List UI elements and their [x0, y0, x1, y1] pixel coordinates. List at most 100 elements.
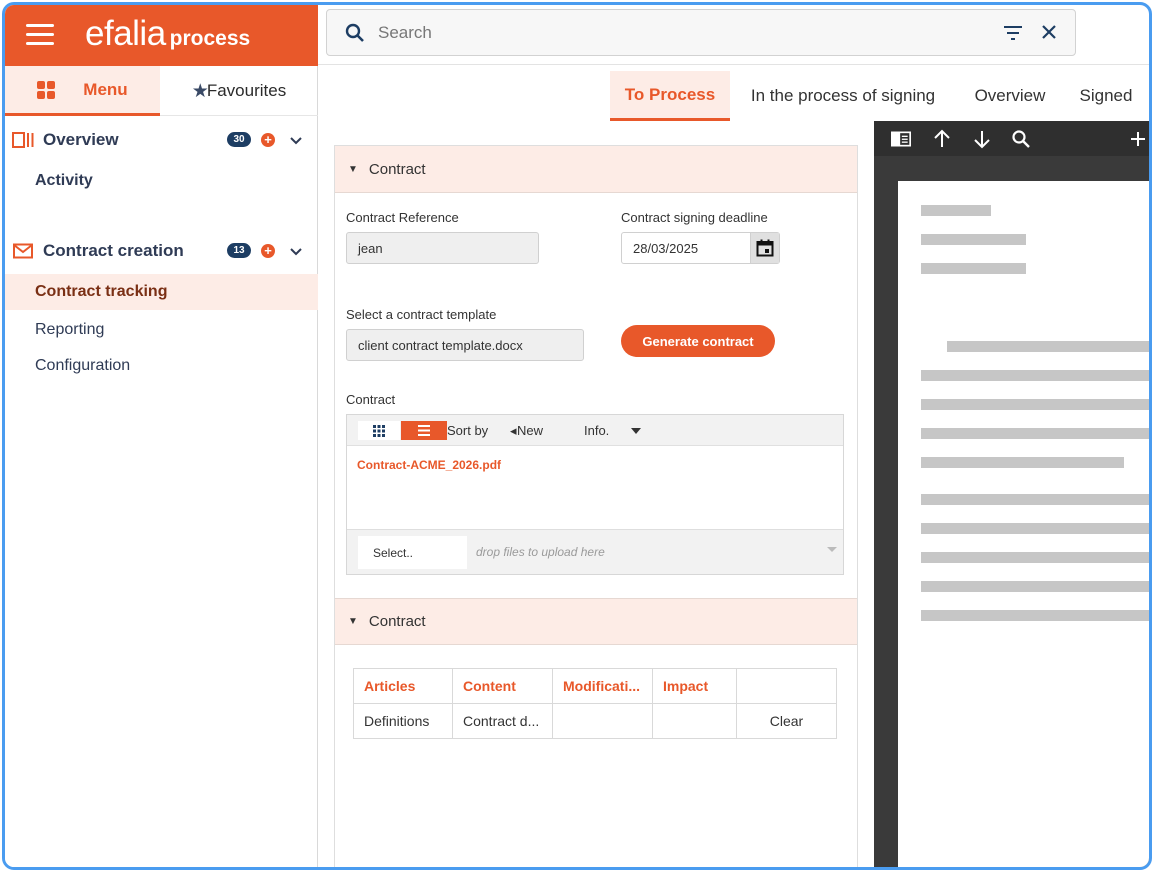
- calendar-icon[interactable]: [750, 233, 779, 263]
- text-line-placeholder: [921, 399, 1149, 410]
- apps-grid-icon: [37, 80, 56, 99]
- drop-hint: drop files to upload here: [476, 545, 605, 559]
- contract-reference-field[interactable]: jean: [346, 232, 539, 264]
- select-files-button[interactable]: Select..: [358, 536, 467, 569]
- tab-to-process[interactable]: To Process: [610, 71, 730, 121]
- arrow-down-icon[interactable]: [972, 129, 992, 149]
- chevron-down-icon[interactable]: [289, 128, 303, 152]
- section-title: Contract: [368, 613, 426, 630]
- field-value: 28/03/2025: [633, 240, 699, 256]
- arrow-up-icon[interactable]: [932, 129, 952, 149]
- file-link[interactable]: Contract-ACME_2026.pdf: [357, 458, 501, 472]
- template-select[interactable]: client contract template.docx: [346, 329, 584, 361]
- mail-icon: [13, 243, 33, 259]
- tab-label: To Process: [624, 84, 716, 104]
- document-viewer: [874, 121, 1149, 867]
- sidebar-item-activity[interactable]: Activity: [5, 163, 318, 199]
- file-upload-widget: Sort by ◂ New Info. Contract-ACME_2026.p…: [346, 414, 844, 575]
- sidebar-item-configuration[interactable]: Configuration: [5, 348, 318, 384]
- logo: efalia process: [85, 14, 250, 54]
- column-header[interactable]: Modificati...: [552, 668, 653, 704]
- column-header: [736, 668, 837, 704]
- sidebar-section-title: Contract creation: [43, 241, 184, 260]
- field-label: Select a contract template: [346, 307, 497, 322]
- deadline-date-field[interactable]: 28/03/2025: [621, 232, 780, 264]
- sort-new-option[interactable]: New: [517, 423, 543, 438]
- sidebar-section-overview[interactable]: Overview 30 +: [5, 122, 318, 158]
- close-icon[interactable]: [1039, 22, 1059, 42]
- upload-dropzone[interactable]: Select.. drop files to upload here: [347, 529, 843, 574]
- viewer-toolbar: [874, 121, 1149, 156]
- count-badge: 13: [227, 243, 251, 258]
- count-badge: 30: [227, 132, 251, 147]
- section-header-contract[interactable]: ▼ Contract: [335, 146, 857, 193]
- field-label: Contract Reference: [346, 210, 459, 225]
- tab-menu[interactable]: Menu: [5, 66, 160, 116]
- add-circle-icon[interactable]: +: [261, 244, 275, 258]
- text-line-placeholder: [921, 552, 1149, 563]
- tab-menu-label: Menu: [83, 79, 128, 99]
- dropdown-arrow-icon[interactable]: [827, 547, 837, 552]
- table-cell[interactable]: [652, 703, 737, 739]
- collapse-triangle-icon: ▼: [348, 163, 358, 175]
- field-label: Contract signing deadline: [621, 210, 768, 225]
- hamburger-menu-icon[interactable]: [26, 24, 54, 46]
- tab-favourites-label: Favourites: [206, 81, 287, 100]
- sidebar-section-contract-creation[interactable]: Contract creation 13 +: [5, 233, 318, 269]
- grid-view-icon[interactable]: [358, 421, 400, 440]
- text-line-placeholder: [947, 341, 1149, 352]
- zoom-icon[interactable]: [1011, 129, 1031, 149]
- tab-overview[interactable]: Overview: [963, 71, 1057, 121]
- articles-table: Articles Content Modificati... Impact De…: [353, 668, 837, 739]
- column-header[interactable]: Articles: [353, 668, 453, 704]
- document-page: [898, 181, 1149, 867]
- table-cell[interactable]: [552, 703, 653, 739]
- search-icon: [345, 23, 364, 42]
- sidebar-item-label: Contract tracking: [35, 283, 168, 300]
- generate-contract-button[interactable]: Generate contract: [621, 325, 775, 357]
- plus-icon[interactable]: [1128, 129, 1148, 149]
- filter-icon[interactable]: [1003, 24, 1023, 42]
- sidebar-toggle-icon[interactable]: [891, 129, 911, 149]
- table-cell[interactable]: Definitions: [353, 703, 453, 739]
- table-cell[interactable]: Contract d...: [452, 703, 553, 739]
- list-view-icon[interactable]: [401, 421, 447, 440]
- text-line-placeholder: [921, 494, 1149, 505]
- text-line-placeholder: [921, 205, 991, 216]
- column-header[interactable]: Content: [452, 668, 553, 704]
- field-value: jean: [358, 240, 383, 256]
- sort-info-option[interactable]: Info.: [584, 423, 609, 438]
- caret-down-icon[interactable]: [631, 428, 641, 434]
- sidebar-item-label: Configuration: [35, 357, 131, 374]
- section-header-contract-2[interactable]: ▼ Contract: [335, 598, 857, 645]
- sidebar-tabs: Menu ★ Favourites: [5, 66, 318, 116]
- divider: [318, 64, 1149, 65]
- text-line-placeholder: [921, 610, 1149, 621]
- column-header[interactable]: Impact: [652, 668, 737, 704]
- sort-by-label: Sort by: [447, 423, 489, 438]
- text-line-placeholder: [921, 457, 1124, 468]
- add-circle-icon[interactable]: +: [261, 133, 275, 147]
- table-row: Definitions Contract d... Clear: [353, 703, 837, 739]
- clear-button[interactable]: Clear: [736, 703, 837, 739]
- contract-form: ▼ Contract Contract Reference jean Contr…: [334, 145, 858, 867]
- tab-label: Signed: [1079, 86, 1133, 105]
- text-line-placeholder: [921, 263, 1026, 274]
- tab-label: Overview: [974, 86, 1046, 105]
- chevron-down-icon[interactable]: [289, 239, 303, 263]
- tab-in-process-of-signing[interactable]: In the process of signing: [738, 71, 948, 121]
- tab-label: In the process of signing: [750, 86, 936, 105]
- sidebar-item-reporting[interactable]: Reporting: [5, 312, 318, 348]
- star-icon: ★: [191, 80, 209, 102]
- text-line-placeholder: [921, 428, 1149, 439]
- sidebar-item-contract-tracking[interactable]: Contract tracking: [5, 274, 318, 310]
- search-input[interactable]: [378, 22, 978, 43]
- sort-arrow-icon[interactable]: ◂: [510, 423, 517, 439]
- tab-favourites[interactable]: ★ Favourites: [160, 66, 318, 116]
- text-line-placeholder: [921, 370, 1149, 381]
- status-tabs: To Process In the process of signing Ove…: [318, 71, 1149, 121]
- tab-signed[interactable]: Signed: [1070, 71, 1142, 121]
- logo-suffix: process: [169, 27, 251, 50]
- text-line-placeholder: [921, 581, 1149, 592]
- search-bar: [326, 9, 1076, 56]
